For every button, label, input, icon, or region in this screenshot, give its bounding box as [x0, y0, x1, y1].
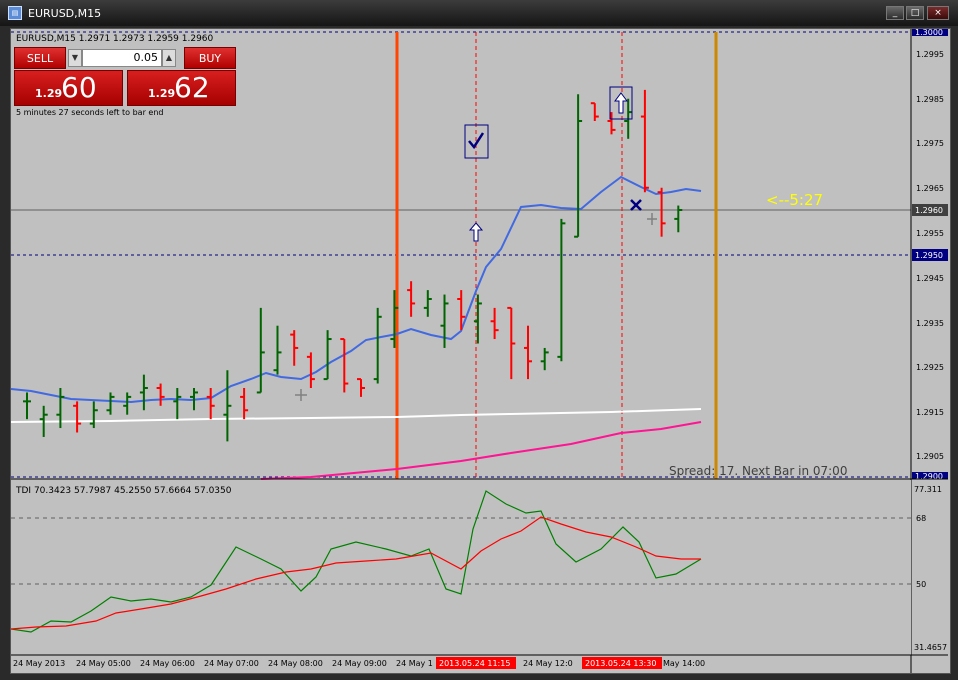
time-marker-1: 2013.05.24 11:15 [439, 659, 510, 668]
price-tick: 1.2995 [916, 50, 944, 59]
chart-window-icon: ▤ [8, 6, 22, 20]
maximize-button[interactable]: □ [906, 6, 924, 20]
tdi-label: TDI 70.3423 57.7987 45.2550 57.6664 57.0… [15, 486, 232, 496]
spread-label: Spread: 17. Next Bar in 07:00 [669, 464, 847, 478]
close-button[interactable]: × [927, 6, 949, 20]
current-price-label: 1.2960 [915, 206, 943, 215]
sell-price-button[interactable]: 1.29 60 [14, 70, 123, 106]
price-axis[interactable]: 1.3000 1.2995 1.2985 1.2975 1.2965 1.296… [912, 28, 948, 481]
time-axis[interactable]: 24 May 2013 24 May 05:00 24 May 06:00 24… [13, 657, 705, 669]
price-tick: 1.2965 [916, 184, 944, 193]
price-tick: 1.2985 [916, 95, 944, 104]
tdi-pane [11, 480, 911, 655]
price-tick: 1.2915 [916, 408, 944, 417]
time-label: May 14:00 [663, 659, 705, 668]
time-label: 24 May 06:00 [140, 659, 195, 668]
buy-price-prefix: 1.29 [148, 87, 176, 100]
time-label: 24 May 1 [396, 659, 433, 668]
countdown-label: <--5:27 [766, 191, 823, 209]
tdi-level-label: 50 [916, 580, 926, 589]
buy-price-main: 62 [174, 71, 210, 104]
price-tick: 1.2945 [916, 274, 944, 283]
minimize-button[interactable]: _ [886, 6, 904, 20]
sell-price-prefix: 1.29 [35, 87, 63, 100]
sell-button[interactable]: SELL [14, 47, 66, 69]
bottom-price-label: 1.2900 [915, 472, 943, 481]
buy-button[interactable]: BUY [184, 47, 236, 69]
price-tick: 1.2955 [916, 229, 944, 238]
time-label: 24 May 07:00 [204, 659, 259, 668]
lot-increase-icon[interactable]: ▲ [162, 49, 176, 67]
lot-decrease-icon[interactable]: ▼ [68, 49, 82, 67]
one-click-trading-panel: SELL ▼ 0.05 ▲ BUY 1.29 60 1.29 62 [14, 47, 236, 106]
time-label: 24 May 08:00 [268, 659, 323, 668]
time-label: 24 May 2013 [13, 659, 65, 668]
bar-timer-label: 5 minutes 27 seconds left to bar end [16, 108, 163, 117]
buy-price-button[interactable]: 1.29 62 [127, 70, 236, 106]
price-tick: 1.2925 [916, 363, 944, 372]
lot-size-input[interactable]: 0.05 [82, 49, 162, 67]
time-label: 24 May 12:0 [523, 659, 573, 668]
window-title: EURUSD,M15 [28, 7, 102, 20]
chart-canvas[interactable]: EURUSD,M15 1.2971 1.2973 1.2959 1.2960 5… [10, 28, 950, 673]
top-price-label: 1.3000 [915, 29, 943, 37]
tdi-level-label: 68 [916, 514, 926, 523]
time-label: 24 May 05:00 [76, 659, 131, 668]
price-tick: 1.2905 [916, 452, 944, 461]
price-tick: 1.2975 [916, 139, 944, 148]
sell-price-main: 60 [61, 71, 97, 104]
tdi-min-label: 31.4657 [914, 643, 947, 652]
price-tick: 1.2935 [916, 319, 944, 328]
terminal-window: ▤ EURUSD,M15 _ □ × EURUSD,M15 1.2971 1.2… [0, 0, 958, 680]
level-price-label: 1.2950 [915, 251, 943, 260]
chart-info-label: EURUSD,M15 1.2971 1.2973 1.2959 1.2960 [16, 34, 214, 44]
chart-area[interactable]: EURUSD,M15 1.2971 1.2973 1.2959 1.2960 5… [10, 28, 951, 674]
tdi-max-label: 77.311 [914, 485, 942, 494]
time-marker-2: 2013.05.24 13:30 [585, 659, 656, 668]
title-bar[interactable]: ▤ EURUSD,M15 _ □ × [0, 0, 958, 26]
time-label: 24 May 09:00 [332, 659, 387, 668]
